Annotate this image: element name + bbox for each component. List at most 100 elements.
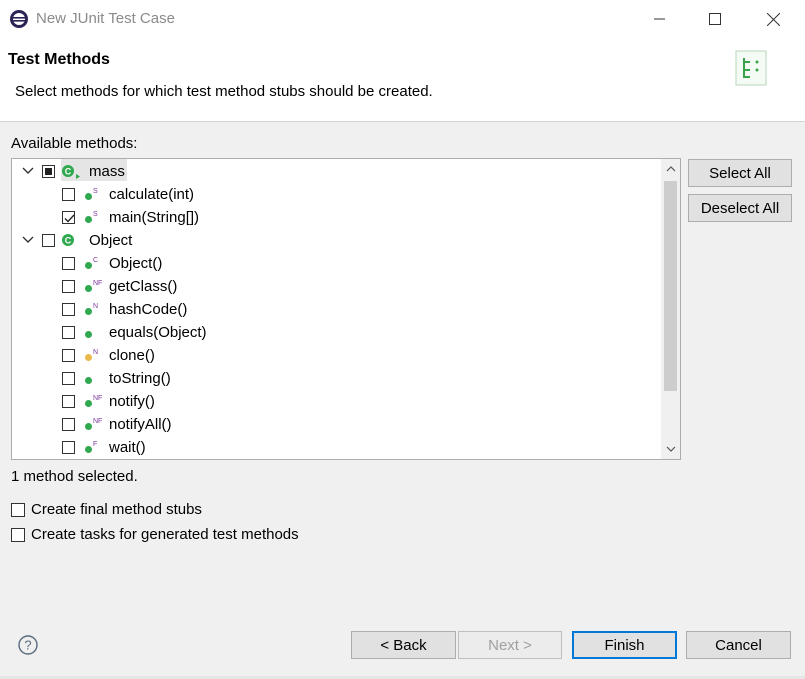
tree-item-label: getClass() — [109, 278, 178, 295]
public-method-icon: NF — [85, 395, 102, 407]
close-button[interactable] — [750, 4, 796, 34]
method-modifier-badge: N — [93, 349, 98, 356]
tree-item-checkbox[interactable] — [62, 418, 75, 431]
public-method-icon — [85, 331, 92, 338]
tree-item-label: notify() — [109, 393, 155, 410]
tree-item-label: clone() — [109, 347, 155, 364]
svg-text:C: C — [65, 167, 72, 177]
tree-item-label: Object() — [109, 255, 163, 272]
close-icon — [766, 12, 780, 26]
tree-method-row[interactable]: NF notify() — [12, 391, 660, 414]
eclipse-app-icon — [10, 10, 28, 28]
tree-item-checkbox[interactable] — [62, 441, 75, 454]
tree-item-checkbox[interactable] — [62, 372, 75, 385]
tree-item-label: notifyAll() — [109, 416, 172, 433]
wizard-header: Test Methods Select methods for which te… — [0, 38, 805, 122]
svg-text:?: ? — [24, 638, 31, 653]
tree-item-label: Object — [89, 232, 133, 249]
tree-item-checkbox[interactable] — [62, 257, 75, 270]
tree-item-checkbox[interactable] — [62, 280, 75, 293]
cancel-button[interactable]: Cancel — [686, 631, 791, 659]
tree-item-label: main(String[]) — [109, 209, 200, 226]
title-bar: New JUnit Test Case — [0, 0, 805, 38]
tree-item-checkbox[interactable] — [62, 188, 75, 201]
create-tasks-option[interactable]: Create tasks for generated test methods — [11, 526, 341, 546]
maximize-button[interactable] — [692, 4, 738, 34]
tree-method-row[interactable]: Fwait() — [12, 437, 660, 459]
next-button[interactable]: Next > — [458, 631, 562, 659]
tree-method-row[interactable]: Smain(String[]) — [12, 207, 660, 230]
method-modifier-badge: NF — [93, 280, 102, 287]
method-modifier-badge: S — [93, 211, 98, 218]
method-modifier-badge: C — [93, 257, 98, 264]
tree-method-row[interactable]: Nclone() — [12, 345, 660, 368]
page-description: Select methods for which test method stu… — [15, 83, 433, 100]
public-method-icon: S — [85, 188, 98, 200]
tree-item-label: equals(Object) — [109, 324, 207, 341]
selection-status: 1 method selected. — [11, 468, 138, 485]
method-modifier-badge: S — [93, 188, 98, 195]
public-method-icon: F — [85, 441, 97, 453]
available-methods-label: Available methods: — [11, 135, 138, 152]
scroll-down-icon[interactable] — [666, 446, 676, 452]
tree-method-row[interactable]: NF getClass() — [12, 276, 660, 299]
vertical-scrollbar[interactable] — [661, 159, 680, 459]
select-all-button[interactable]: Select All — [688, 159, 792, 187]
create-final-stubs-label: Create final method stubs — [31, 501, 202, 518]
public-method-icon: NF — [85, 280, 102, 292]
method-modifier-badge: N — [93, 303, 98, 310]
create-tasks-label: Create tasks for generated test methods — [31, 526, 299, 543]
class-icon: C — [62, 165, 80, 179]
help-icon[interactable]: ? — [18, 635, 38, 655]
finish-button[interactable]: Finish — [572, 631, 677, 659]
test-methods-banner-icon — [735, 50, 767, 86]
public-method-icon — [85, 377, 92, 384]
tree-class-row[interactable]: C Object — [12, 230, 660, 253]
tree-item-checkbox[interactable] — [62, 326, 75, 339]
tree-method-row[interactable]: NF notifyAll() — [12, 414, 660, 437]
chevron-down-icon[interactable] — [22, 165, 34, 177]
public-method-icon: N — [85, 303, 98, 315]
tree-method-row[interactable]: toString() — [12, 368, 660, 391]
tree-item-label: mass — [89, 163, 125, 180]
tree-method-row[interactable]: equals(Object) — [12, 322, 660, 345]
methods-tree[interactable]: Cmass Scalculate(int) Smain(String[]) C Obje… — [11, 158, 681, 460]
deselect-all-button[interactable]: Deselect All — [688, 194, 792, 222]
tree-class-row[interactable]: Cmass — [12, 161, 660, 184]
public-method-icon: C — [85, 257, 98, 269]
scroll-up-icon[interactable] — [666, 166, 676, 172]
method-modifier-badge: F — [93, 441, 97, 448]
tree-item-checkbox[interactable] — [62, 211, 75, 224]
minimize-icon — [654, 18, 665, 20]
tree-method-row[interactable]: NhashCode() — [12, 299, 660, 322]
tree-item-checkbox[interactable] — [62, 395, 75, 408]
svg-text:C: C — [65, 236, 72, 246]
class-icon: C — [62, 234, 74, 246]
tree-method-row[interactable]: C Object() — [12, 253, 660, 276]
scrollbar-thumb[interactable] — [664, 181, 677, 391]
public-method-icon: S — [85, 211, 98, 223]
tree-item-label: hashCode() — [109, 301, 188, 318]
minimize-button[interactable] — [637, 4, 683, 34]
public-method-icon: NF — [85, 418, 102, 430]
tree-item-label: wait() — [109, 439, 146, 456]
create-tasks-checkbox[interactable] — [11, 528, 25, 542]
tree-item-checkbox[interactable] — [42, 234, 55, 247]
create-final-stubs-checkbox[interactable] — [11, 503, 25, 517]
chevron-down-icon[interactable] — [22, 234, 34, 246]
create-final-stubs-option[interactable]: Create final method stubs — [11, 501, 311, 521]
back-button[interactable]: < Back — [351, 631, 456, 659]
maximize-icon — [709, 13, 721, 25]
tree-item-checkbox[interactable] — [42, 165, 55, 178]
page-title: Test Methods — [8, 51, 110, 68]
tree-item-label: calculate(int) — [109, 186, 195, 203]
tree-item-checkbox[interactable] — [62, 303, 75, 316]
protected-method-icon: N — [85, 349, 98, 361]
method-modifier-badge: NF — [93, 395, 102, 402]
tree-item-checkbox[interactable] — [62, 349, 75, 362]
method-modifier-badge: NF — [93, 418, 102, 425]
tree-method-row[interactable]: Scalculate(int) — [12, 184, 660, 207]
window-title: New JUnit Test Case — [36, 10, 175, 27]
tree-item-label: toString() — [109, 370, 171, 387]
checkmark-icon — [64, 214, 75, 223]
